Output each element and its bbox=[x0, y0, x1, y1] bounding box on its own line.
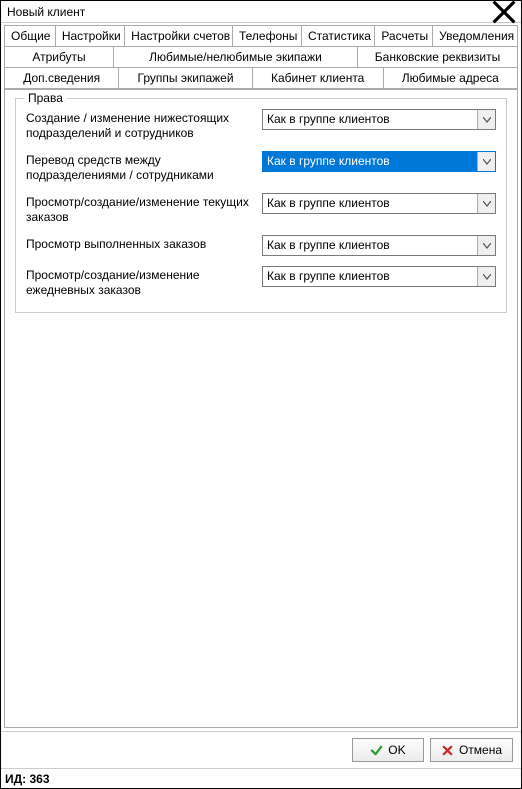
label-create-subdiv: Создание / изменение нижестоящих подразд… bbox=[26, 109, 256, 141]
tab-client-cabinet[interactable]: Кабинет клиента bbox=[253, 67, 384, 89]
tab-strip: Общие Настройки Настройки счетов Телефон… bbox=[1, 23, 521, 89]
combo-daily-orders[interactable]: Как в группе клиентов bbox=[262, 266, 496, 287]
tab-row-2: Атрибуты Любимые/нелюбимые экипажи Банко… bbox=[4, 46, 518, 67]
combo-create-subdiv[interactable]: Как в группе клиентов bbox=[262, 109, 496, 130]
combo-text: Как в группе клиентов bbox=[263, 194, 477, 213]
tab-attributes[interactable]: Атрибуты bbox=[4, 46, 114, 67]
combo-text: Как в группе клиентов bbox=[263, 152, 477, 171]
chevron-down-icon bbox=[483, 117, 491, 123]
ok-button[interactable]: OK bbox=[352, 738, 424, 762]
tab-settings[interactable]: Настройки bbox=[56, 25, 125, 46]
label-daily-orders: Просмотр/создание/изменение ежедневных з… bbox=[26, 266, 256, 298]
combo-text: Как в группе клиентов bbox=[263, 110, 477, 129]
combo-text: Как в группе клиентов bbox=[263, 267, 477, 286]
combo-dropdown-button[interactable] bbox=[477, 194, 495, 213]
label-done-orders: Просмотр выполненных заказов bbox=[26, 235, 256, 252]
cancel-icon bbox=[441, 744, 454, 757]
combo-text: Как в группе клиентов bbox=[263, 236, 477, 255]
window-close-button[interactable] bbox=[491, 3, 517, 21]
rights-legend: Права bbox=[24, 91, 67, 105]
combo-dropdown-button[interactable] bbox=[477, 110, 495, 129]
tab-phones[interactable]: Телефоны bbox=[233, 25, 302, 46]
combo-dropdown-button[interactable] bbox=[477, 267, 495, 286]
label-current-orders: Просмотр/создание/изменение текущих зака… bbox=[26, 193, 256, 225]
cancel-button-label: Отмена bbox=[459, 743, 502, 757]
tab-bank-details[interactable]: Банковские реквизиты bbox=[358, 46, 518, 67]
tab-payments[interactable]: Расчеты bbox=[375, 25, 433, 46]
chevron-down-icon bbox=[483, 201, 491, 207]
chevron-down-icon bbox=[483, 159, 491, 165]
tab-notifications[interactable]: Уведомления bbox=[433, 25, 518, 46]
row-current-orders: Просмотр/создание/изменение текущих зака… bbox=[26, 193, 496, 225]
tab-extra-info[interactable]: Доп.сведения bbox=[4, 67, 119, 89]
chevron-down-icon bbox=[483, 243, 491, 249]
tab-fav-addresses[interactable]: Любимые адреса bbox=[384, 67, 518, 89]
tab-row-3: Доп.сведения Группы экипажей Кабинет кли… bbox=[4, 67, 518, 89]
tab-account-settings[interactable]: Настройки счетов bbox=[125, 25, 233, 46]
title-bar: Новый клиент bbox=[1, 1, 521, 23]
tab-fav-crews[interactable]: Любимые/нелюбимые экипажи bbox=[114, 46, 358, 67]
combo-dropdown-button[interactable] bbox=[477, 236, 495, 255]
tab-statistics[interactable]: Статистика bbox=[302, 25, 375, 46]
close-icon bbox=[491, 0, 517, 25]
row-create-subdiv: Создание / изменение нижестоящих подразд… bbox=[26, 109, 496, 141]
tab-general[interactable]: Общие bbox=[4, 25, 56, 46]
check-icon bbox=[370, 744, 383, 757]
row-transfer-funds: Перевод средств между подразделениями / … bbox=[26, 151, 496, 183]
label-transfer-funds: Перевод средств между подразделениями / … bbox=[26, 151, 256, 183]
cancel-button[interactable]: Отмена bbox=[430, 738, 513, 762]
dialog-footer: OK Отмена bbox=[1, 731, 521, 768]
rights-fieldset: Права Создание / изменение нижестоящих п… bbox=[15, 98, 507, 313]
combo-done-orders[interactable]: Как в группе клиентов bbox=[262, 235, 496, 256]
combo-current-orders[interactable]: Как в группе клиентов bbox=[262, 193, 496, 214]
row-daily-orders: Просмотр/создание/изменение ежедневных з… bbox=[26, 266, 496, 298]
row-done-orders: Просмотр выполненных заказов Как в групп… bbox=[26, 235, 496, 256]
chevron-down-icon bbox=[483, 274, 491, 280]
combo-transfer-funds[interactable]: Как в группе клиентов bbox=[262, 151, 496, 172]
tab-crew-groups[interactable]: Группы экипажей bbox=[119, 67, 252, 89]
status-bar: ИД: 363 bbox=[1, 768, 521, 788]
tab-row-1: Общие Настройки Настройки счетов Телефон… bbox=[4, 25, 518, 46]
tab-content: Права Создание / изменение нижестоящих п… bbox=[4, 89, 518, 728]
status-id: ИД: 363 bbox=[5, 772, 50, 786]
window-title: Новый клиент bbox=[7, 5, 491, 19]
ok-button-label: OK bbox=[388, 743, 405, 757]
combo-dropdown-button[interactable] bbox=[477, 152, 495, 171]
